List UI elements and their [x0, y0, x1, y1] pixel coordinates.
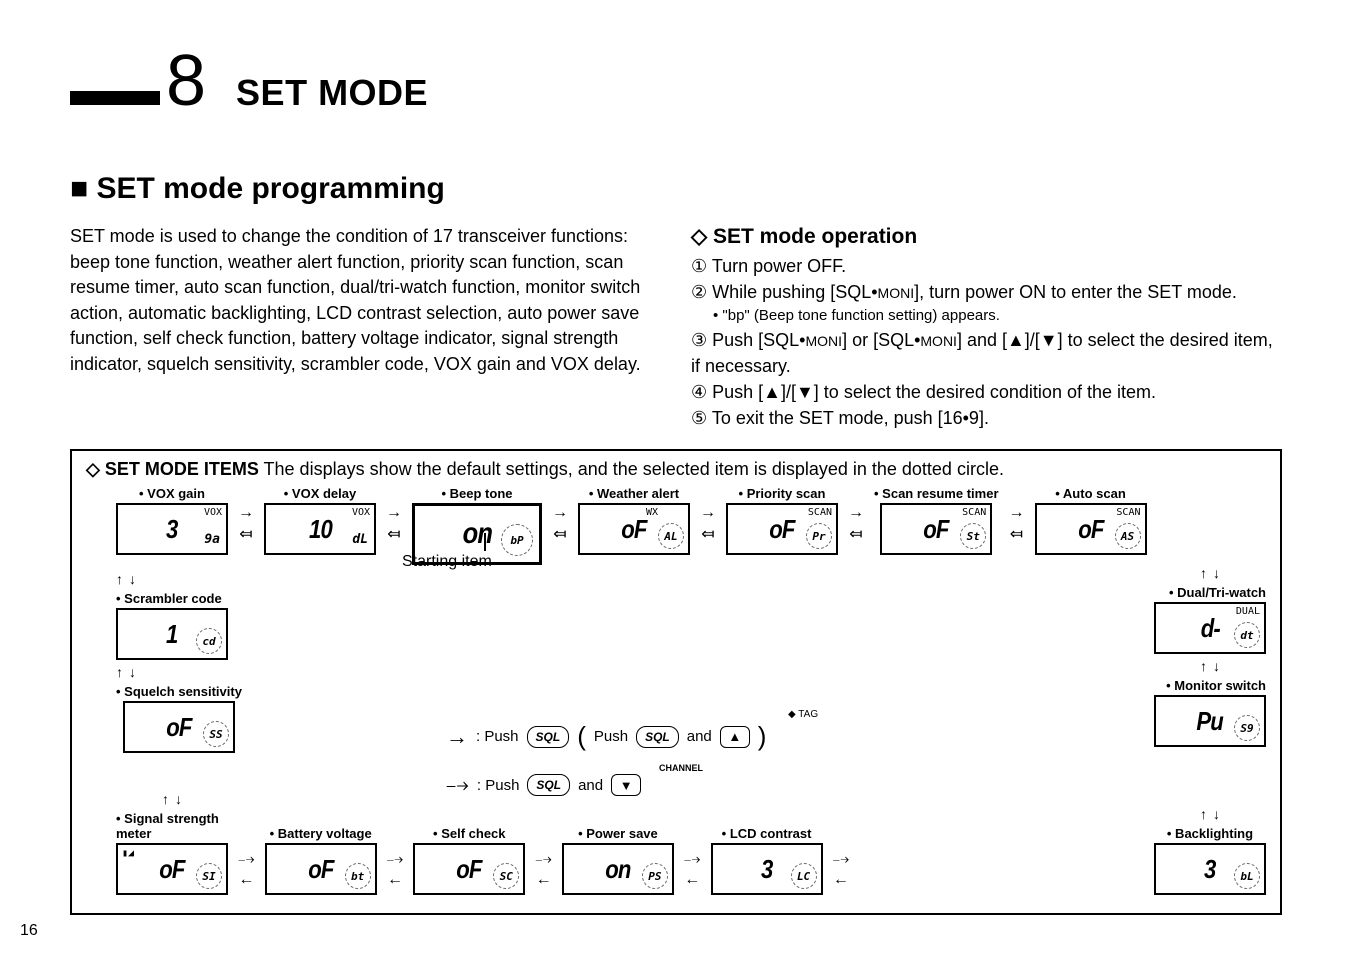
sql-key-icon: SQL	[636, 726, 679, 748]
item-backlighting: • Backlighting 3 bL	[1154, 826, 1266, 895]
step-2: ② While pushing [SQL•MONI], turn power O…	[691, 279, 1282, 305]
step-5: ⑤ To exit the SET mode, push [16•9].	[691, 405, 1282, 431]
lcd-vox-gain: 3 VOX 9a	[116, 503, 228, 555]
item-vox-gain: • VOX gain 3 VOX 9a	[116, 486, 228, 555]
starting-line	[484, 533, 486, 551]
chapter-title: SET MODE	[236, 72, 428, 114]
tag-label: ◆ TAG	[788, 709, 818, 720]
lcd-lcd-contrast: 3 LC	[711, 843, 823, 895]
lcd-weather-alert: oF WX AL	[578, 503, 690, 555]
header-bar	[70, 91, 160, 105]
lcd-power-save: on PS	[562, 843, 674, 895]
page-number: 16	[20, 922, 38, 940]
lcd-signal-strength: ▮◢ oF SI	[116, 843, 228, 895]
step-1: ① Turn power OFF.	[691, 253, 1282, 279]
lcd-monitor-switch: Pu S9	[1154, 695, 1266, 747]
item-vox-delay: • VOX delay 10 VOX dL	[264, 486, 376, 555]
diagram-header: ◇ SET MODE ITEMS The displays show the d…	[86, 459, 1266, 480]
lcd-squelch-sens: oF SS	[123, 701, 235, 753]
lcd-scan-resume: oF SCAN St	[880, 503, 992, 555]
item-weather-alert: • Weather alert oF WX AL	[578, 486, 690, 555]
set-mode-items-box: ◇ SET MODE ITEMS The displays show the d…	[70, 449, 1282, 915]
updown-arrows-icon: ↑↓	[1200, 806, 1220, 822]
item-scrambler-code: • Scrambler code 1 cd	[116, 591, 228, 660]
starting-item-label: Starting item	[402, 553, 492, 571]
arrow-icon: →⤆	[238, 504, 254, 544]
item-lcd-contrast: • LCD contrast 3 LC	[711, 826, 823, 895]
arrow-icon: ⤍←	[684, 851, 701, 889]
item-signal-strength: • Signal strength meter ▮◢ oF SI	[116, 811, 228, 895]
chapter-number: 8	[166, 40, 206, 122]
item-squelch-sens: • Squelch sensitivity oF SS	[116, 684, 242, 753]
item-dual-tri-watch: • Dual/Tri-watch d- DUAL dt	[1154, 585, 1266, 654]
arrow-icon: →⤆	[1009, 504, 1025, 544]
chapter-header: 8 SET MODE	[70, 40, 1282, 122]
updown-arrows-icon: ↑↓	[162, 791, 182, 807]
item-auto-scan: • Auto scan oF SCAN AS	[1035, 486, 1147, 555]
updown-arrows-icon: ↑↓	[116, 664, 136, 680]
arrow-icon: →⤆	[552, 504, 568, 544]
lcd-dual-tri-watch: d- DUAL dt	[1154, 602, 1266, 654]
arrow-icon: →⤆	[848, 504, 864, 544]
lcd-battery-voltage: oF bt	[265, 843, 377, 895]
item-self-check: • Self check oF SC	[413, 826, 525, 895]
channel-label: CHANNEL	[659, 763, 703, 773]
sql-key-icon: SQL	[527, 726, 570, 748]
up-key-icon: ▲	[720, 726, 750, 748]
section-title: ■ SET mode programming	[70, 172, 1282, 206]
item-power-save: • Power save on PS	[562, 826, 674, 895]
arrow-icon: ⤍←	[387, 851, 404, 889]
item-priority-scan: • Priority scan oF SCAN Pr	[726, 486, 838, 555]
arrow-icon: ⤍←	[535, 851, 552, 889]
updown-arrows-icon: ↑↓	[116, 571, 136, 587]
arrow-icon: →⤆	[386, 504, 402, 544]
key-instructions: → : Push SQL ( Push SQL and ▲ ) ⤍ : Push…	[446, 721, 766, 798]
arrow-icon: ⤍←	[833, 851, 850, 889]
updown-arrows-icon: ↑↓	[1200, 658, 1220, 674]
arrow-icon: →⤆	[700, 504, 716, 544]
step-2-sub: • "bp" (Beep tone function setting) appe…	[691, 305, 1282, 327]
lcd-self-check: oF SC	[413, 843, 525, 895]
step-3: ③ Push [SQL•MONI] or [SQL•MONI] and [▲]/…	[691, 327, 1282, 379]
item-scan-resume: • Scan resume timer oF SCAN St	[874, 486, 999, 555]
lcd-vox-delay: 10 VOX dL	[264, 503, 376, 555]
arrow-icon: ⤍←	[238, 851, 255, 889]
lcd-backlighting: 3 bL	[1154, 843, 1266, 895]
operation-title: ◇ SET mode operation	[691, 224, 1282, 249]
intro-text: SET mode is used to change the condition…	[70, 224, 661, 377]
step-4: ④ Push [▲]/[▼] to select the desired con…	[691, 379, 1282, 405]
lcd-priority-scan: oF SCAN Pr	[726, 503, 838, 555]
item-battery-voltage: • Battery voltage oF bt	[265, 826, 377, 895]
lcd-scrambler-code: 1 cd	[116, 608, 228, 660]
item-monitor-switch: • Monitor switch Pu S9	[1154, 678, 1266, 747]
lcd-auto-scan: oF SCAN AS	[1035, 503, 1147, 555]
updown-arrows-icon: ↑↓	[1200, 565, 1220, 581]
